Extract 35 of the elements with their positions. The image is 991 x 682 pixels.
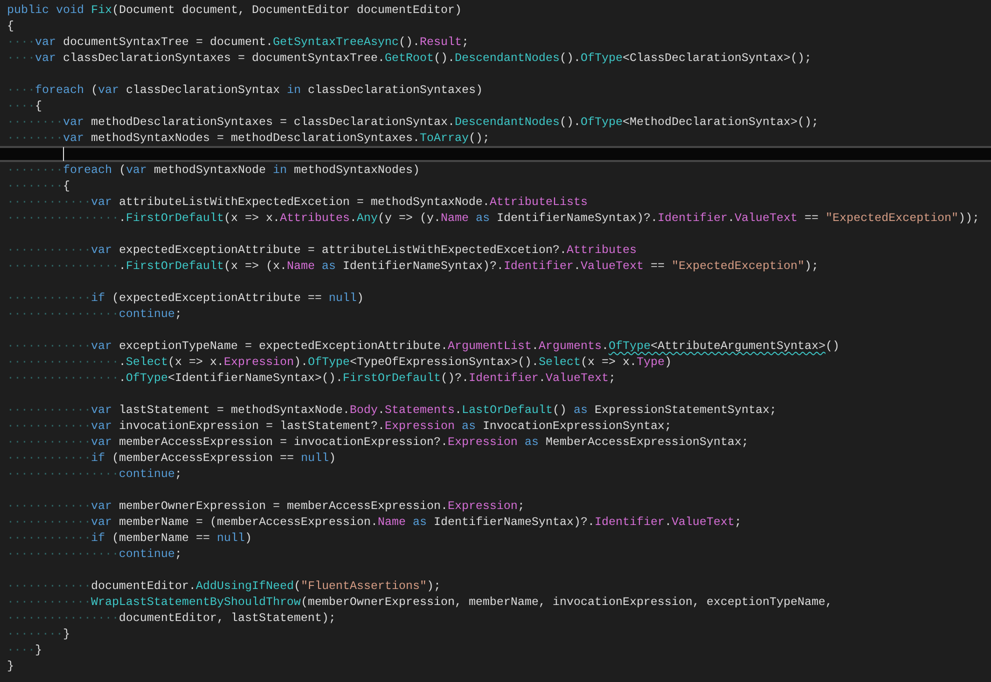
code-line: ················documentEditor, lastStatement); [6,610,337,626]
code-line: ········{ [6,178,71,194]
code-line: ················.FirstOrDefault(x => (x.Name as IdentifierNameSyntax)?.Identifier.ValueText == "ExpectedException"); [6,258,820,274]
code-line: ············if (memberName == null) [6,530,253,546]
code-line: ············var memberOwnerExpression = memberAccessExpression.Expression; [6,498,526,514]
code-line: ············var memberName = (memberAccessExpression.Name as IdentifierNameSyntax)?.Identifier.ValueText; [6,514,743,530]
code-line: ················continue; [6,546,183,562]
code-line: ····} [6,642,43,658]
code-line: ················continue; [6,306,183,322]
code-line: ········var methodSyntaxNodes = methodDesclarationSyntaxes.ToArray(); [6,130,491,146]
code-line: ············var memberAccessExpression = invocationExpression?.Expression as MemberAccessExpressionSyntax; [6,434,750,450]
code-line: ····foreach (var classDeclarationSyntax in classDeclarationSyntaxes) [6,82,484,98]
text-cursor [63,147,64,161]
code-line: ············var attributeListWithExpectedExcetion = methodSyntaxNode.AttributeLists [6,194,589,210]
code-line: ············var expectedExceptionAttribute = attributeListWithExpectedExcetion?.Attributes [6,242,638,258]
code-line: ············if (expectedExceptionAttribute == null) [6,290,365,306]
code-line: ········var methodDesclarationSyntaxes = classDeclarationSyntax.DescendantNodes().OfType<MethodDeclarationSyntax>(); [6,114,820,130]
code-line: public void Fix(Document document, DocumentEditor documentEditor) [6,2,463,18]
code-line: ············var invocationExpression = lastStatement?.Expression as InvocationExpressionSyntax; [6,418,673,434]
code-line: ············if (memberAccessExpression == null) [6,450,337,466]
code-line: } [6,658,15,674]
code-line: ········} [6,626,71,642]
code-line: { [6,18,15,34]
code-line: ················continue; [6,466,183,482]
code-line: ············WrapLastStatementByShouldThrow(memberOwnerExpression, memberName, invocationExpression, exceptionTypeName, [6,594,834,610]
code-line: ················.FirstOrDefault(x => x.Attributes.Any(y => (y.Name as IdentifierNameSyntax)?.Identifier.ValueText == "ExpectedException")); [6,210,980,226]
code-line: ········foreach (var methodSyntaxNode in methodSyntaxNodes) [6,162,421,178]
code-line: ····var documentSyntaxTree = document.GetSyntaxTreeAsync().Result; [6,34,470,50]
code-line: ················.OfType<IdentifierNameSyntax>().FirstOrDefault()?.Identifier.ValueText; [6,370,617,386]
code-line: ············documentEditor.AddUsingIfNeed("FluentAssertions"); [6,578,442,594]
code-line: ············var lastStatement = methodSyntaxNode.Body.Statements.LastOrDefault() as ExpressionStatementSyntax; [6,402,778,418]
code-line: ····var classDeclarationSyntaxes = documentSyntaxTree.GetRoot().DescendantNodes().OfType<ClassDeclarationSyntax>(); [6,50,812,66]
code-line: ················.Select(x => x.Expression).OfType<TypeOfExpressionSyntax>().Select(x => x.Type) [6,354,673,370]
code-line: ············var exceptionTypeName = expectedExceptionAttribute.ArgumentList.Arguments.OfType<AttributeArgumentSyntax>() [6,338,840,354]
code-line: ····{ [6,98,43,114]
